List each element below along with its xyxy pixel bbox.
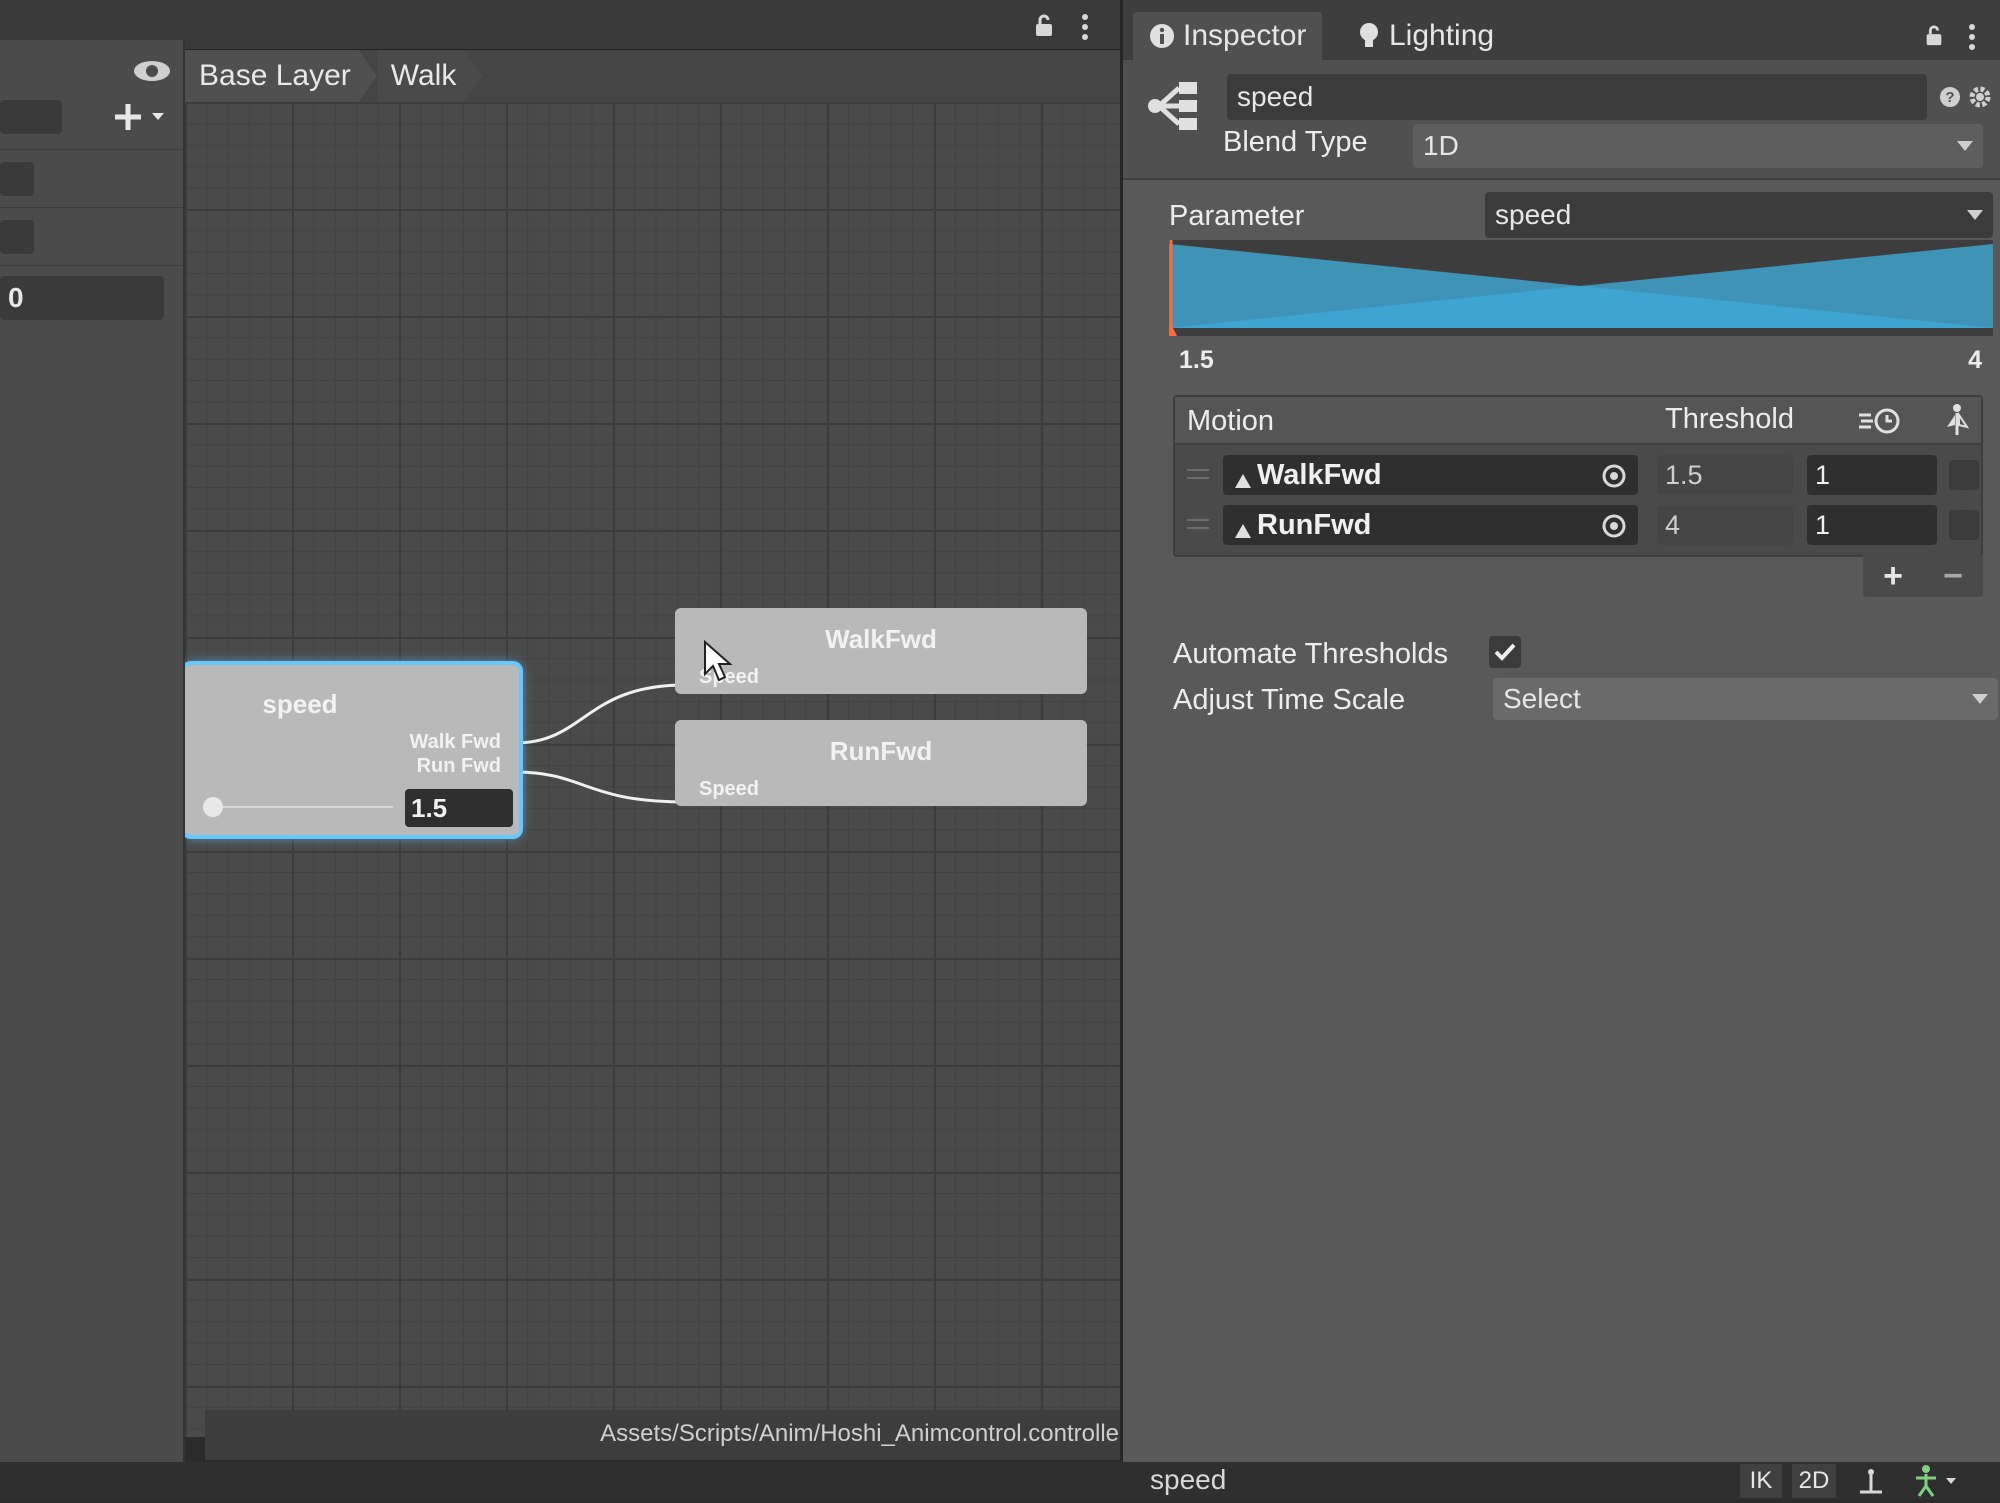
- parameter-dropdown[interactable]: speed: [1485, 192, 1993, 238]
- preview-name: speed: [1150, 1464, 1227, 1495]
- breadcrumb: Base Layer Walk: [185, 50, 1120, 102]
- blend-slider-track[interactable]: [223, 806, 393, 808]
- eye-icon[interactable]: [132, 58, 172, 84]
- bottom-toolbar: speed IK 2D: [0, 1462, 2000, 1500]
- parameter-toggle[interactable]: [0, 162, 34, 196]
- blend-slider-handle[interactable]: [203, 797, 223, 817]
- avatar-preview-icon[interactable]: [1910, 1464, 1960, 1498]
- remove-motion-button[interactable]: −: [1943, 557, 1963, 596]
- tab-label: Lighting: [1389, 19, 1495, 52]
- pivot-icon[interactable]: [1856, 1466, 1886, 1496]
- motion-name: WalkFwd: [1257, 458, 1382, 491]
- input-port-speed[interactable]: Speed: [699, 778, 759, 801]
- parameter-toggle[interactable]: [0, 220, 34, 254]
- motion-node-title: WalkFwd: [825, 624, 937, 654]
- chevron-down-icon: [1972, 694, 1988, 704]
- time-scale-field[interactable]: 1: [1807, 505, 1937, 545]
- time-scale-icon: [1857, 407, 1901, 435]
- blend-value-field[interactable]: 1.5: [405, 789, 513, 827]
- parameters-panel: 0: [0, 40, 185, 1470]
- blend-tree-title: speed: [262, 689, 338, 719]
- kebab-menu-icon[interactable]: [1967, 22, 1977, 52]
- parameter-row: [0, 90, 183, 150]
- adjust-time-scale-dropdown[interactable]: Select: [1493, 678, 1998, 720]
- adjust-time-scale-value: Select: [1503, 683, 1581, 714]
- asset-path-bar: Assets/Scripts/Anim/Hoshi_Animcontrol.co…: [205, 1410, 1135, 1460]
- range-max-label: 4: [1968, 346, 1982, 374]
- blend-tree-node[interactable]: speed Walk Fwd Run Fwd 1.5: [185, 665, 519, 835]
- blend-type-dropdown[interactable]: 1D: [1413, 124, 1983, 168]
- tab-inspector[interactable]: Inspector: [1133, 12, 1323, 60]
- threshold-field[interactable]: 1.5: [1657, 455, 1793, 495]
- add-motion-button[interactable]: +: [1883, 557, 1903, 596]
- object-picker-icon[interactable]: [1602, 513, 1626, 538]
- blend-tree-icon: [1145, 76, 1205, 136]
- object-picker-icon[interactable]: [1602, 463, 1626, 488]
- animator-graph[interactable]: speed Walk Fwd Run Fwd 1.5 WalkFwd Speed…: [185, 102, 1135, 1437]
- svg-text:?: ?: [1945, 89, 1954, 106]
- mouse-cursor-icon: [703, 639, 733, 684]
- settings-gear-icon[interactable]: [1969, 86, 1991, 108]
- inspector-panel: Inspector Lighting speed ? Blend Type 1D: [1120, 0, 2000, 1462]
- checkmark-icon: [1494, 643, 1516, 661]
- threshold-field[interactable]: 4: [1657, 505, 1793, 545]
- chevron-down-icon: [1967, 210, 1983, 220]
- motion-row: WalkFwd 1.5 1: [1175, 451, 1981, 501]
- kebab-menu-icon[interactable]: [1080, 12, 1090, 42]
- chevron-down-icon: [1957, 141, 1973, 151]
- motion-node-title: RunFwd: [829, 736, 933, 766]
- blend-tree-header: speed ? Blend Type 1D: [1123, 60, 2000, 180]
- blend-visualization[interactable]: [1169, 240, 1993, 336]
- motion-field-runfwd[interactable]: RunFwd: [1223, 505, 1638, 545]
- blend-type-label: Blend Type: [1223, 126, 1368, 158]
- parameter-row: [0, 208, 183, 266]
- lightbulb-icon: [1357, 22, 1381, 50]
- motion-name: RunFwd: [1257, 508, 1372, 541]
- motion-field-walkfwd[interactable]: WalkFwd: [1223, 455, 1638, 495]
- mirror-icon: [1945, 403, 1970, 437]
- motion-node-walkfwd[interactable]: WalkFwd Speed: [675, 608, 1087, 694]
- parameter-value: speed: [1495, 199, 1572, 230]
- motion-list: Motion Threshold WalkFwd 1.5 1 RunFwd 4 …: [1173, 395, 1983, 557]
- motion-node-runfwd[interactable]: RunFwd Speed: [675, 720, 1087, 806]
- drag-handle-icon[interactable]: [1187, 519, 1209, 529]
- breadcrumb-base-layer[interactable]: Base Layer: [185, 50, 377, 102]
- list-add-remove: + −: [1863, 555, 1983, 597]
- adjust-time-scale-label: Adjust Time Scale: [1173, 684, 1406, 716]
- animation-clip-icon: [1233, 465, 1253, 488]
- motion-row: RunFwd 4 1: [1175, 501, 1981, 551]
- range-min-label: 1.5: [1179, 346, 1214, 374]
- tab-lighting[interactable]: Lighting: [1341, 12, 1510, 60]
- tab-label: Inspector: [1183, 19, 1307, 52]
- inspector-tabs: Inspector Lighting: [1123, 0, 2000, 60]
- animation-clip-icon: [1233, 515, 1253, 538]
- automate-thresholds-label: Automate Thresholds: [1173, 638, 1449, 670]
- threshold-column-header: Threshold: [1665, 403, 1794, 435]
- output-port-run[interactable]: Run Fwd: [417, 755, 501, 778]
- lock-icon[interactable]: [1032, 14, 1056, 38]
- automate-thresholds-checkbox[interactable]: [1489, 636, 1521, 668]
- parameter-row: 0: [0, 266, 183, 332]
- breadcrumb-walk[interactable]: Walk: [377, 50, 483, 102]
- motion-column-header: Motion: [1187, 405, 1275, 437]
- blend-tree-name-field[interactable]: speed: [1227, 74, 1927, 120]
- info-icon: [1149, 23, 1175, 49]
- lock-icon[interactable]: [1923, 24, 1945, 48]
- parameter-label: Parameter: [1169, 200, 1305, 232]
- output-port-walk[interactable]: Walk Fwd: [410, 731, 501, 754]
- asset-path: Assets/Scripts/Anim/Hoshi_Animcontrol.co…: [600, 1420, 1127, 1447]
- 2d-toggle-button[interactable]: 2D: [1792, 1464, 1836, 1498]
- add-parameter-icon[interactable]: [112, 100, 172, 134]
- time-scale-field[interactable]: 1: [1807, 455, 1937, 495]
- motion-list-header: Motion Threshold: [1175, 397, 1981, 445]
- mirror-checkbox[interactable]: [1949, 460, 1979, 490]
- parameter-row: [0, 150, 183, 208]
- blend-type-value: 1D: [1423, 130, 1459, 161]
- drag-handle-icon[interactable]: [1187, 469, 1209, 479]
- parameter-value-field[interactable]: 0: [0, 276, 164, 320]
- ik-toggle-button[interactable]: IK: [1740, 1464, 1782, 1498]
- mirror-checkbox[interactable]: [1949, 510, 1979, 540]
- help-icon[interactable]: ?: [1939, 86, 1961, 108]
- search-field[interactable]: [0, 100, 62, 134]
